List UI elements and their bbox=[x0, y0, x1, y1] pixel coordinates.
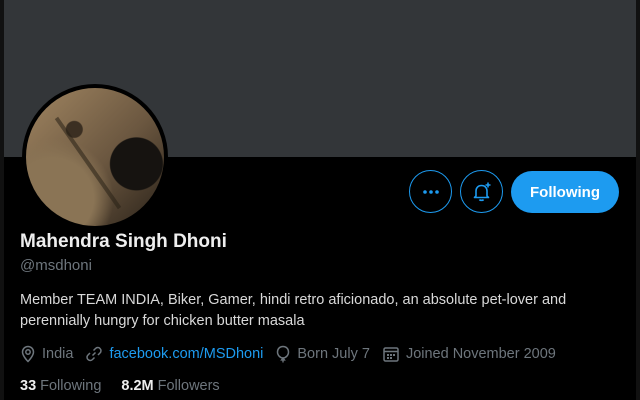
profile-meta: India facebook.com/MSDhoni Born July 7 J… bbox=[20, 343, 568, 365]
more-options-button[interactable] bbox=[409, 170, 452, 213]
following-label: Following bbox=[40, 378, 102, 394]
location-item: India bbox=[20, 345, 73, 363]
joined-text: Joined November 2009 bbox=[405, 346, 556, 362]
calendar-icon bbox=[383, 347, 399, 362]
website-item[interactable]: facebook.com/MSDhoni bbox=[85, 345, 263, 363]
followers-stat[interactable]: 8.2M Followers bbox=[121, 378, 219, 394]
birthday-text: Born July 7 bbox=[297, 346, 370, 362]
following-button[interactable]: Following bbox=[511, 171, 619, 213]
profile-bio: Member TEAM INDIA, Biker, Gamer, hindi r… bbox=[20, 292, 567, 329]
followers-label: Followers bbox=[157, 378, 220, 394]
joined-item: Joined November 2009 bbox=[382, 345, 556, 363]
location-pin-icon bbox=[21, 345, 35, 363]
profile-name: Mahendra Singh Dhoni bbox=[20, 231, 227, 252]
profile-stats: 33 Following 8.2M Followers bbox=[20, 378, 240, 394]
birthday-item: Born July 7 bbox=[275, 345, 370, 363]
following-stat[interactable]: 33 Following bbox=[20, 378, 101, 394]
more-icon bbox=[422, 189, 439, 194]
window-edge-right bbox=[636, 0, 640, 400]
balloon-icon bbox=[277, 345, 290, 363]
profile-handle: @msdhoni bbox=[20, 257, 92, 274]
profile-page: Following Mahendra Singh Dhoni @msdhoni … bbox=[0, 0, 640, 400]
link-icon bbox=[86, 346, 103, 362]
bell-plus-icon bbox=[473, 182, 490, 201]
followers-count: 8.2M bbox=[121, 378, 154, 394]
notifications-button[interactable] bbox=[460, 170, 503, 213]
website-link[interactable]: facebook.com/MSDhoni bbox=[109, 346, 263, 362]
following-count: 33 bbox=[20, 378, 37, 394]
location-text: India bbox=[42, 346, 74, 362]
avatar[interactable] bbox=[22, 84, 168, 230]
avatar-photo-detail bbox=[54, 116, 122, 210]
